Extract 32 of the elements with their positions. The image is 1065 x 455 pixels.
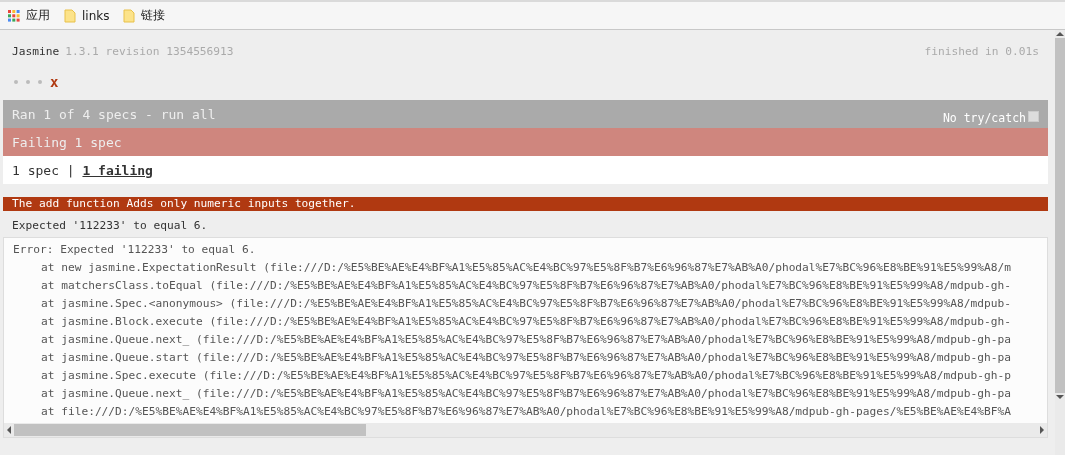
stack-trace-line: at jasmine.Queue.next_ (file:///D:/%E5%BE%AE%E4%BF%A1%E5%85%AC%E4%BC%97%E5%8F%B7%E6%96%87%E7%AB%A0/phodal%E7%BC%96%E8%BE%91%E5%99%A8/mdpub-gh-pa	[40, 332, 1012, 348]
bookmark-item[interactable]: links	[64, 8, 110, 23]
checkbox[interactable]	[1028, 111, 1039, 122]
failure-message: Expected '112233' to equal 6.	[11, 218, 209, 234]
spec-count-text: 1 spec | 1 failing	[12, 162, 153, 178]
alert-text: Failing 1 spec	[12, 134, 122, 150]
failed-spec-mark: x	[50, 74, 59, 90]
vertical-scrollbar[interactable]	[1055, 30, 1065, 455]
folder-icon	[123, 8, 136, 23]
bookmark-item[interactable]: 链接	[123, 7, 166, 24]
stack-trace-line: at new jasmine.ExpectationResult (file:///D:/%E5%BE%AE%E4%BF%A1%E5%85%AC%E4%BC%97%E5%8F%B7%E6%96%87%E7%AB%A0/phodal%E7%BC%96%E8%BE%91%E5%99%A8/m	[40, 260, 1012, 276]
stack-trace-line: at matchersClass.toEqual (file:///D:/%E5%BE%AE%E4%BF%A1%E5%85%AC%E4%BC%97%E5%8F%B7%E6%96%87%E7%AB%A0/phodal%E7%BC%96%E8%BE%91%E5%99%A8/mdpub-gh-	[40, 278, 1012, 294]
apps-grid-icon	[8, 9, 20, 22]
stack-trace-line: at jasmine.Spec.<anonymous> (file:///D:/%E5%BE%AE%E4%BF%A1%E5%85%AC%E4%BC%97%E5%8F%B7%E6%96%87%E7%AB%A0/phodal%E7%BC%96%E8%BE%91%E5%99%A8/mdpub-	[40, 296, 1012, 312]
duration-text: finished in 0.01s	[924, 45, 1039, 58]
passed-spec-dot	[26, 80, 30, 84]
stack-trace-line: at jasmine.Queue.next_ (file:///D:/%E5%BE%AE%E4%BF%A1%E5%85%AC%E4%BC%97%E5%8F%B7%E6%96%87%E7%AB%A0/phodal%E7%BC%96%E8%BE%91%E5%99%A8/mdpub-gh-pa	[40, 386, 1012, 402]
horizontal-scrollbar[interactable]	[4, 423, 1047, 437]
jasmine-title: Jasmine	[12, 45, 60, 58]
folder-icon	[64, 8, 76, 23]
alert-text: Ran 1 of 4 specs - run all	[12, 106, 216, 122]
failed-spec-description: The add function Adds only numeric inputs together.	[3, 197, 1048, 211]
passed-spec-dot	[14, 80, 18, 84]
stack-trace-line: Error: Expected '112233' to equal 6.	[13, 242, 257, 258]
bookmark-item[interactable]: 应用	[8, 7, 50, 24]
passed-spec-dot	[38, 80, 42, 84]
stack-trace-line: at jasmine.Block.execute (file:///D:/%E5%BE%AE%E4%BF%A1%E5%85%AC%E4%BC%97%E5%8F%B7%E6%96%87%E7%AB%A0/phodal%E7%BC%96%E8%BE%91%E5%99%A8/mdpub-gh-	[40, 314, 1012, 330]
failing-link[interactable]: 1 failing	[82, 162, 153, 178]
stack-trace-line: at jasmine.Queue.start (file:///D:/%E5%BE%AE%E4%BF%A1%E5%85%AC%E4%BC%97%E5%8F%B7%E6%96%87%E7%AB%A0/phodal%E7%BC%96%E8%BE%91%E5%99%A8/mdpub-gh-pa	[40, 350, 1012, 366]
stack-trace-line: at jasmine.Spec.execute (file:///D:/%E5%BE%AE%E4%BF%A1%E5%85%AC%E4%BC%97%E5%8F%B7%E6%96%87%E7%AB%A0/phodal%E7%BC%96%E8%BE%91%E5%99%A8/mdpub-gh-p	[40, 368, 1012, 384]
stack-trace-line: at file:///D:/%E5%BE%AE%E4%BF%A1%E5%85%AC%E4%BC%97%E5%8F%B7%E6%96%87%E7%AB%A0/phodal%E7%BC%96%E8%BE%91%E5%99%A8/mdpub-gh-pages/%E5%BE%AE%E4%BF%A	[40, 404, 1012, 420]
version-text: 1.3.1 revision 1354556913	[65, 45, 234, 58]
